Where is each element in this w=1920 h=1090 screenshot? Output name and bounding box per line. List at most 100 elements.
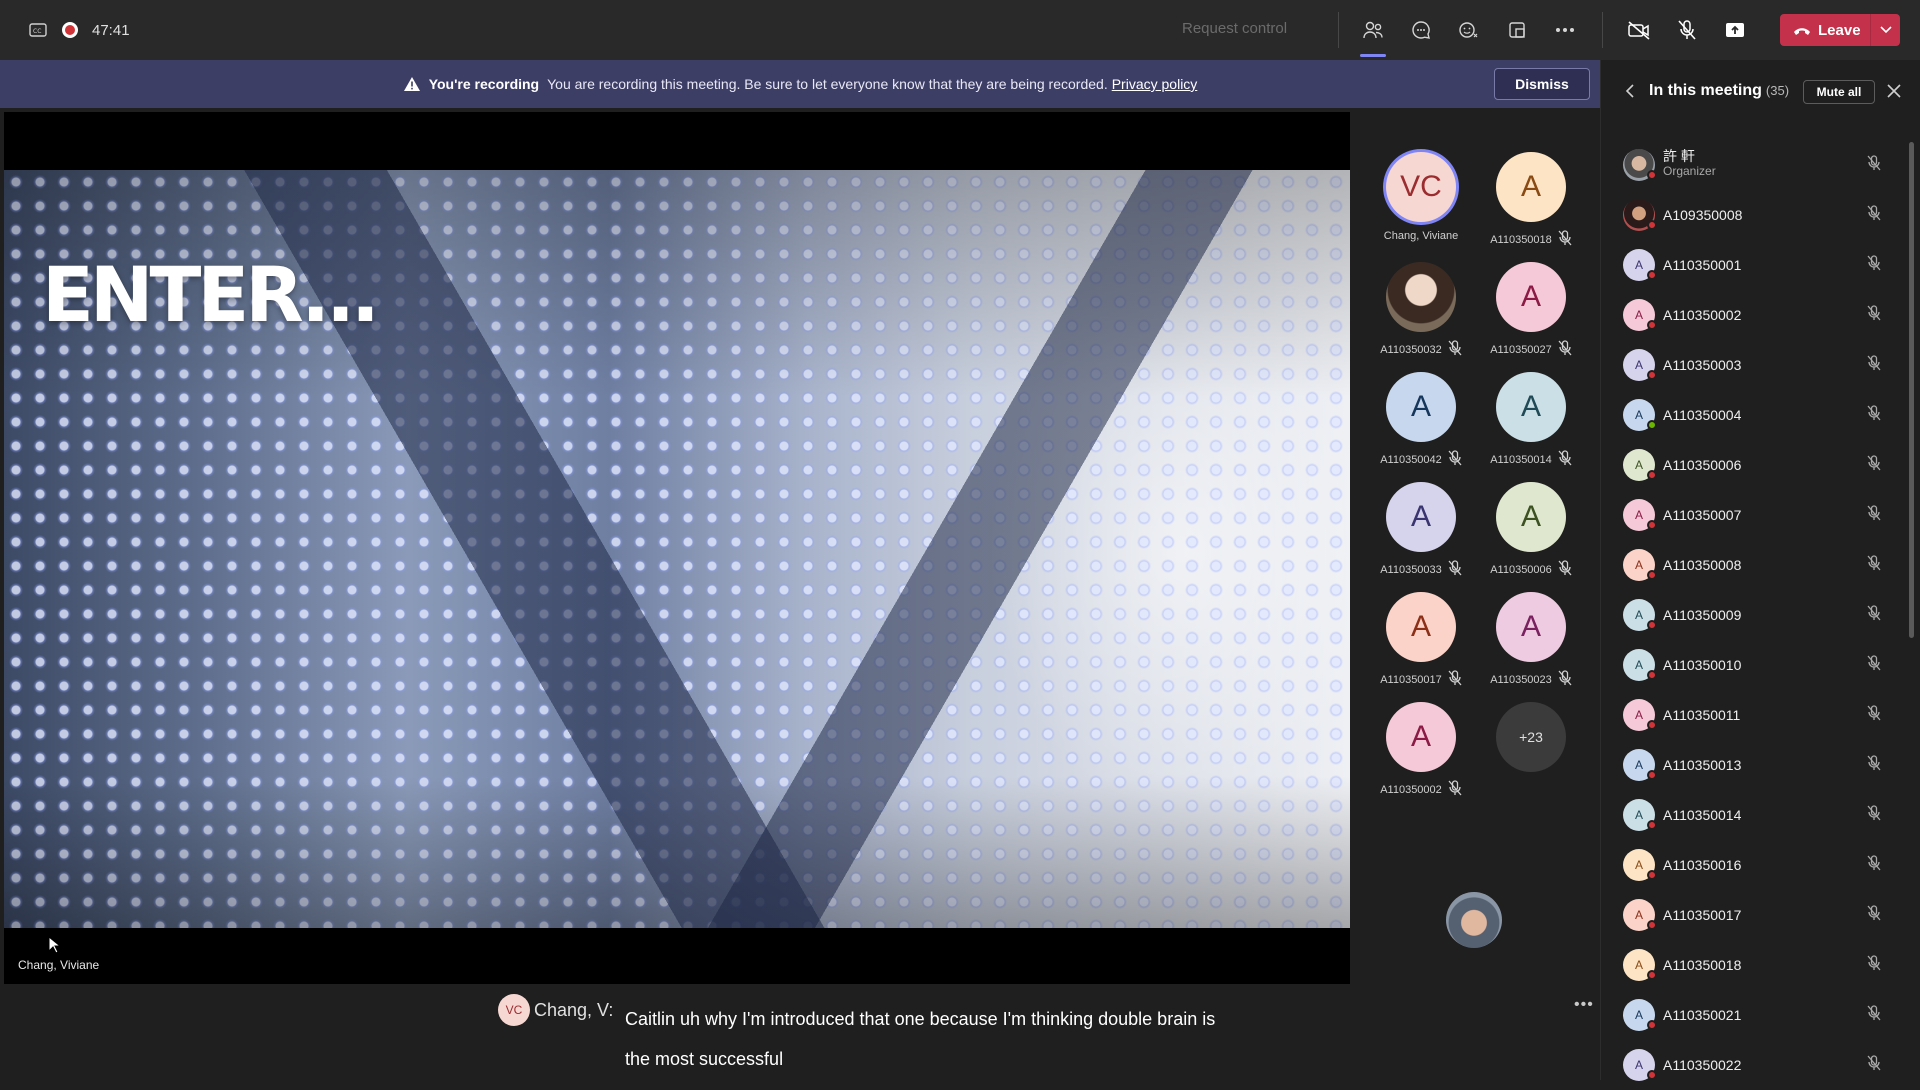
leave-main-button[interactable]: Leave	[1780, 14, 1870, 46]
participant-avatar: A	[1386, 702, 1456, 772]
gallery-tile[interactable]: A A110350033	[1366, 482, 1476, 592]
mic-off-icon[interactable]	[1867, 354, 1881, 376]
participant-row[interactable]: A A110350007	[1601, 490, 1920, 540]
participant-row[interactable]: A A110350002	[1601, 290, 1920, 340]
participant-name: A110350032	[1380, 340, 1462, 359]
mic-off-icon[interactable]	[1867, 754, 1881, 776]
mic-off-icon[interactable]	[1867, 854, 1881, 876]
mic-off-icon[interactable]	[1867, 704, 1881, 726]
participant-name: A110350009	[1663, 607, 1742, 623]
participant-row[interactable]: A A110350008	[1601, 540, 1920, 590]
gallery-tile[interactable]: A A110350027	[1476, 262, 1586, 372]
self-view-avatar[interactable]	[1446, 892, 1502, 948]
participant-name: A110350006	[1490, 560, 1572, 579]
mic-off-icon[interactable]	[1867, 204, 1881, 226]
react-button[interactable]	[1454, 15, 1484, 45]
gallery-tile[interactable]: A A110350006	[1476, 482, 1586, 592]
gallery-tile[interactable]: VC Chang, Viviane	[1366, 152, 1476, 262]
mic-off-icon[interactable]	[1867, 454, 1881, 476]
more-icon	[1556, 28, 1574, 32]
participant-name: A110350008	[1663, 557, 1742, 573]
caption-text: Caitlin uh why I'm introduced that one b…	[625, 1009, 1216, 1069]
participant-avatar	[1386, 262, 1456, 332]
participant-name: A110350016	[1663, 857, 1742, 873]
participant-row[interactable]: A A110350021	[1601, 990, 1920, 1040]
participant-row[interactable]: A A110350003	[1601, 340, 1920, 390]
share-button[interactable]	[1720, 15, 1750, 45]
request-control-button[interactable]: Request control	[1182, 20, 1287, 37]
participant-row[interactable]: A A110350016	[1601, 840, 1920, 890]
participant-row[interactable]: A A110350017	[1601, 890, 1920, 940]
participant-row[interactable]: A A110350001	[1601, 240, 1920, 290]
mic-off-icon[interactable]	[1867, 504, 1881, 526]
share-screen-icon	[1726, 23, 1744, 37]
participant-list-scrollbar[interactable]	[1909, 142, 1914, 638]
participant-row[interactable]: A A110350004	[1601, 390, 1920, 440]
people-button[interactable]	[1358, 15, 1388, 57]
mic-off-icon[interactable]	[1867, 404, 1881, 426]
mic-off-icon	[1558, 670, 1572, 689]
participant-avatar: VC	[1386, 152, 1456, 222]
gallery-tile[interactable]: A A110350014	[1476, 372, 1586, 482]
participant-row[interactable]: 許 軒 Organizer	[1601, 140, 1920, 190]
chat-button[interactable]	[1406, 15, 1436, 45]
participant-row[interactable]: A A110350011	[1601, 690, 1920, 740]
participant-avatar: A	[1496, 152, 1566, 222]
privacy-policy-link[interactable]: Privacy policy	[1112, 76, 1198, 92]
mic-off-icon[interactable]	[1867, 954, 1881, 976]
close-icon[interactable]	[1887, 84, 1901, 103]
participant-row[interactable]: A A110350009	[1601, 590, 1920, 640]
mic-off-icon[interactable]	[1867, 1004, 1881, 1026]
mic-off-icon	[1558, 230, 1572, 249]
participant-name: A110350006	[1663, 457, 1742, 473]
mic-off-button[interactable]	[1672, 15, 1702, 45]
caption-speaker-name: Chang, V:	[534, 1000, 614, 1020]
participant-row[interactable]: A A110350014	[1601, 790, 1920, 840]
participant-name: A110350017	[1663, 907, 1742, 923]
dismiss-button[interactable]: Dismiss	[1494, 68, 1590, 100]
participant-name: A110350007	[1663, 507, 1742, 523]
mic-off-icon[interactable]	[1867, 304, 1881, 326]
mic-off-icon[interactable]	[1867, 554, 1881, 576]
participant-row[interactable]: A A110350018	[1601, 940, 1920, 990]
mic-off-icon[interactable]	[1867, 154, 1881, 176]
participant-row[interactable]: A109350008	[1601, 190, 1920, 240]
participant-name: A110350042	[1380, 450, 1462, 469]
chevron-left-icon[interactable]	[1625, 84, 1635, 103]
reactions-icon	[1459, 22, 1478, 38]
gallery-tile[interactable]: A A110350018	[1476, 152, 1586, 262]
gallery-tile[interactable]: A A110350002	[1366, 702, 1476, 812]
gallery-tile[interactable]: A A110350017	[1366, 592, 1476, 702]
mic-off-icon[interactable]	[1867, 604, 1881, 626]
mic-off-icon[interactable]	[1867, 654, 1881, 676]
mic-off-icon	[1448, 560, 1462, 579]
presence-status-icon	[1647, 870, 1657, 880]
gallery-tile[interactable]: A110350032	[1366, 262, 1476, 372]
mic-off-icon[interactable]	[1867, 1054, 1881, 1076]
participant-row[interactable]: A A110350013	[1601, 740, 1920, 790]
gallery-tile[interactable]: A A110350042	[1366, 372, 1476, 482]
participant-row[interactable]: A A110350022	[1601, 1040, 1920, 1090]
leave-button[interactable]: Leave	[1780, 14, 1900, 46]
mic-off-icon	[1448, 670, 1462, 689]
leave-label: Leave	[1818, 21, 1861, 39]
participant-avatar: A	[1386, 482, 1456, 552]
mic-off-icon	[1558, 560, 1572, 579]
mic-off-icon[interactable]	[1867, 254, 1881, 276]
mute-all-button[interactable]: Mute all	[1803, 80, 1875, 104]
leave-options-button[interactable]	[1871, 26, 1900, 34]
more-actions-button[interactable]	[1550, 15, 1580, 45]
presence-status-icon	[1647, 420, 1657, 430]
captions-icon[interactable]: CC	[28, 20, 48, 40]
mic-off-icon[interactable]	[1867, 904, 1881, 926]
mic-off-icon[interactable]	[1867, 804, 1881, 826]
participant-name: A109350008	[1663, 207, 1743, 223]
more-participants-tile[interactable]: +23	[1476, 702, 1586, 812]
camera-off-button[interactable]	[1624, 15, 1654, 45]
view-button[interactable]	[1502, 15, 1532, 45]
participant-row[interactable]: A A110350006	[1601, 440, 1920, 490]
participant-list: 許 軒 Organizer A109350008 A A110350001 A A11035…	[1601, 140, 1920, 1090]
captions-more-button[interactable]: •••	[1574, 996, 1594, 1014]
participant-row[interactable]: A A110350010	[1601, 640, 1920, 690]
gallery-tile[interactable]: A A110350023	[1476, 592, 1586, 702]
